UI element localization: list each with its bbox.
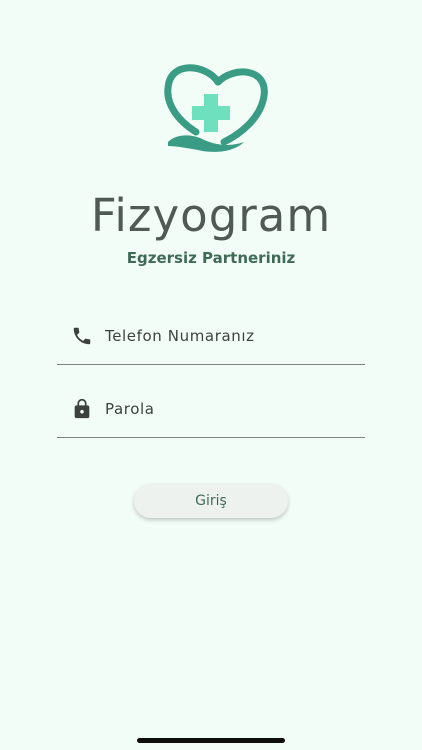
phone-icon <box>73 327 91 345</box>
app-title: Fizyogram <box>90 189 332 242</box>
phone-input[interactable] <box>105 324 355 348</box>
phone-field[interactable] <box>57 320 365 365</box>
lock-icon <box>74 398 90 419</box>
app-logo-icon <box>164 64 268 152</box>
home-indicator[interactable] <box>137 738 285 743</box>
password-field[interactable] <box>57 393 365 438</box>
password-input[interactable] <box>105 397 355 421</box>
app-subtitle: Egzersiz Partneriniz <box>126 249 296 267</box>
login-button[interactable]: Giriş <box>134 484 288 518</box>
